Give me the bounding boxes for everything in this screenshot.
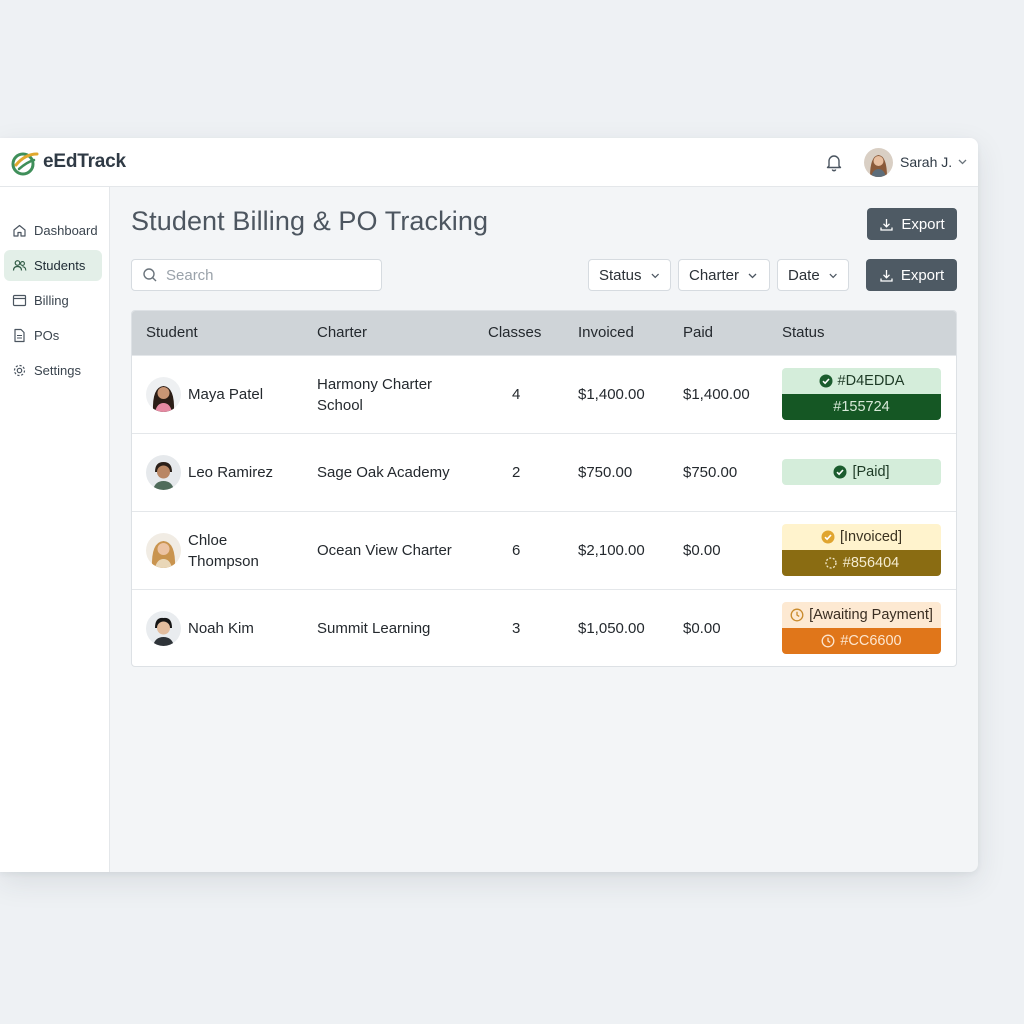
download-icon (880, 218, 893, 231)
brand-name[interactable]: eEdTrack (43, 151, 126, 173)
chevron-down-icon (650, 273, 659, 278)
export-label: Export (900, 266, 945, 284)
column-header-classes[interactable]: Classes (488, 324, 541, 341)
status-text: #D4EDDA (837, 373, 905, 389)
invoiced-amount: $1,050.00 (578, 620, 645, 637)
clock-icon (790, 608, 804, 622)
invoiced-amount: $2,100.00 (578, 542, 645, 559)
column-header-status[interactable]: Status (782, 324, 825, 341)
status-filter-label: Status (599, 266, 642, 284)
status-text: [Invoiced] (839, 529, 903, 545)
classes-count: 6 (512, 542, 521, 559)
charter-name: Ocean View Charter (317, 542, 452, 559)
app-window: eEdTrack Sarah J. Dashboard Students Bil… (0, 138, 978, 872)
sidebar-item-label: Settings (34, 363, 81, 378)
status-filter[interactable]: Status (588, 259, 671, 291)
export-button-top[interactable]: Export (867, 208, 957, 240)
column-header-student[interactable]: Student (146, 324, 198, 341)
user-name[interactable]: Sarah J. (900, 154, 952, 170)
paid-amount: $0.00 (683, 620, 721, 637)
column-header-charter[interactable]: Charter (317, 324, 367, 341)
sidebar-item-label: POs (34, 328, 60, 343)
sidebar-item-label: Students (34, 258, 86, 273)
paid-amount: $0.00 (683, 542, 721, 559)
paid-amount: $750.00 (683, 464, 738, 481)
status-color-text: #856404 (842, 555, 900, 571)
download-icon (880, 269, 893, 282)
status-text: [Awaiting Payment] (809, 607, 933, 623)
column-header-invoiced[interactable]: Invoiced (578, 324, 634, 341)
date-filter[interactable]: Date (777, 259, 849, 291)
avatar (146, 533, 181, 568)
sidebar-item-label: Billing (34, 293, 69, 308)
status-badge: [Invoiced] (782, 524, 941, 550)
check-circle-icon (821, 530, 835, 544)
sidebar-item-settings[interactable]: Settings (4, 355, 102, 386)
charter-filter-label: Charter (689, 266, 740, 284)
status-text: [Paid] (852, 464, 890, 480)
student-name[interactable]: Leo Ramirez (188, 462, 273, 483)
status-badge: [Paid] (782, 459, 941, 485)
table-row[interactable]: Noah Kim Summit Learning 3 $1,050.00 $0.… (132, 589, 956, 666)
clock-icon (821, 634, 835, 648)
status-color-badge: #856404 (782, 550, 941, 576)
charter-filter[interactable]: Charter (678, 259, 770, 291)
user-avatar[interactable] (864, 148, 893, 177)
gear-icon (13, 364, 26, 377)
paid-amount: $1,400.00 (683, 386, 750, 403)
charter-name: Summit Learning (317, 620, 431, 637)
export-button[interactable]: Export (866, 259, 957, 291)
chevron-down-icon (829, 273, 837, 278)
charter-name: Sage Oak Academy (317, 464, 450, 481)
table-header: Student Charter Classes Invoiced Paid St… (132, 311, 956, 355)
classes-count: 2 (512, 464, 521, 481)
table-row[interactable]: Chloe Thompson Ocean View Charter 6 $2,1… (132, 511, 956, 589)
sidebar-item-label: Dashboard (34, 223, 98, 238)
avatar (146, 377, 181, 412)
export-label: Export (901, 215, 945, 233)
page-title: Student Billing & PO Tracking (131, 206, 489, 236)
status-color-text: #155724 (833, 399, 890, 415)
billing-table: Student Charter Classes Invoiced Paid St… (131, 310, 957, 667)
table-row[interactable]: Maya Patel Harmony Charter School 4 $1,4… (132, 355, 956, 433)
date-filter-label: Date (788, 266, 820, 284)
student-name[interactable]: Noah Kim (188, 618, 254, 639)
status-color-badge: #CC6600 (782, 628, 941, 654)
table-row[interactable]: Leo Ramirez Sage Oak Academy 2 $750.00 $… (132, 433, 956, 511)
invoiced-amount: $750.00 (578, 464, 633, 481)
classes-count: 3 (512, 620, 521, 637)
column-header-paid[interactable]: Paid (683, 324, 713, 341)
sidebar-item-students[interactable]: Students (4, 250, 102, 281)
home-icon (13, 224, 26, 237)
sidebar-item-dashboard[interactable]: Dashboard (4, 215, 102, 246)
sidebar-item-pos[interactable]: POs (4, 320, 102, 351)
check-circle-icon (819, 374, 833, 388)
billing-icon (12, 294, 27, 307)
status-badge: #D4EDDA (782, 368, 941, 394)
sidebar-item-billing[interactable]: Billing (4, 285, 102, 316)
charter-name: Harmony Charter School (317, 376, 433, 414)
chevron-down-icon[interactable] (957, 156, 968, 167)
users-icon (12, 260, 27, 271)
status-color-badge: #155724 (782, 394, 941, 420)
chevron-down-icon (748, 273, 757, 278)
document-icon (14, 328, 25, 343)
spinner-icon (825, 557, 837, 569)
logo-icon (11, 152, 39, 176)
search-icon (143, 268, 157, 282)
student-name[interactable]: Chloe Thompson (188, 530, 298, 572)
avatar (146, 611, 181, 646)
bell-icon[interactable] (824, 152, 844, 172)
sidebar: Dashboard Students Billing POs Settings (0, 187, 110, 872)
search-input[interactable] (166, 266, 366, 284)
status-color-text: #CC6600 (840, 633, 902, 649)
student-name[interactable]: Maya Patel (188, 384, 263, 405)
invoiced-amount: $1,400.00 (578, 386, 645, 403)
classes-count: 4 (512, 386, 521, 403)
search-box[interactable] (131, 259, 382, 291)
status-badge: [Awaiting Payment] (782, 602, 941, 628)
avatar (146, 455, 181, 490)
check-circle-icon (833, 465, 847, 479)
top-bar: eEdTrack Sarah J. (0, 138, 978, 187)
